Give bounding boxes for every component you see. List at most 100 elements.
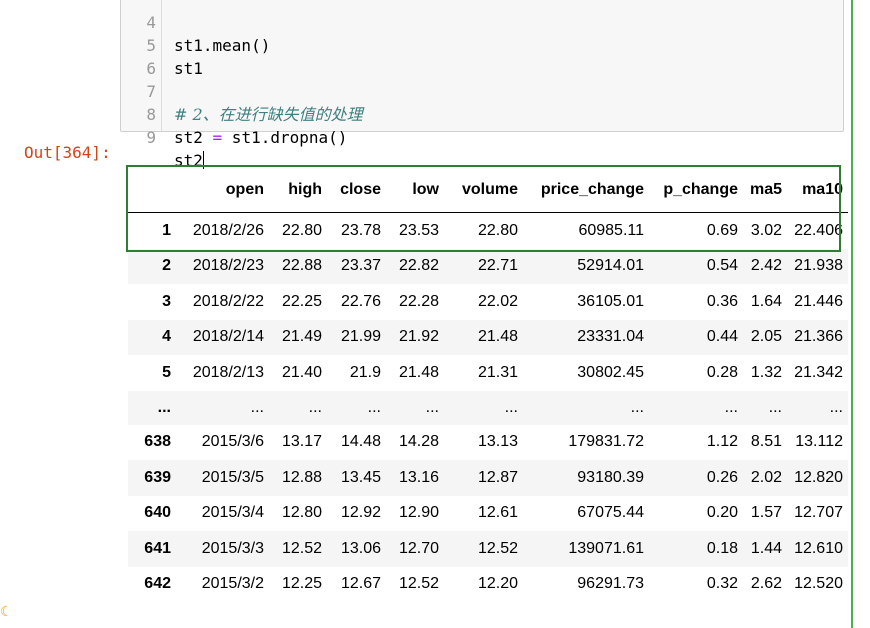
table-row: 2 2018/2/23 22.88 23.37 22.82 22.71 52914.01 0.…: [128, 248, 848, 284]
table-cell: ...: [630, 398, 644, 416]
column-header: ma10: [787, 168, 848, 213]
table-cell: ...: [250, 398, 264, 416]
table-cell: 23.78: [340, 221, 381, 239]
column-header: p_change: [649, 168, 743, 213]
table-cell: 12.61: [477, 504, 518, 522]
row-index: 2: [162, 257, 171, 275]
table-cell: 23.37: [340, 257, 381, 275]
table-cell: ...: [425, 398, 439, 416]
column-header: volume: [444, 168, 523, 213]
table-cell: 12.88: [281, 468, 322, 486]
table-cell: 21.48: [477, 328, 518, 346]
table-cell: 0.28: [706, 363, 738, 381]
table-cell: 21.938: [794, 257, 843, 275]
table-row: 642 2015/3/2 12.25 12.67 12.52 12.20 96291.73 0…: [128, 567, 848, 603]
table-cell: 2015/3/6: [201, 433, 264, 451]
table-cell: 12.87: [477, 468, 518, 486]
table-cell: 0.69: [706, 221, 738, 239]
table-cell: ...: [504, 398, 518, 416]
table-cell: 52914.01: [577, 257, 644, 275]
row-index: 642: [144, 575, 171, 593]
table-cell: 30802.45: [577, 363, 644, 381]
table-cell: 12.52: [398, 575, 439, 593]
table-cell: 21.99: [340, 328, 381, 346]
table-cell: 0.32: [706, 575, 738, 593]
table-cell: 22.28: [398, 292, 439, 310]
table-cell: 2015/3/3: [201, 539, 264, 557]
output-prompt: Out[364]:: [24, 143, 111, 162]
table-row: 640 2015/3/4 12.80 12.92 12.90 12.61 67075.44 0…: [128, 496, 848, 532]
table-cell: 12.52: [477, 539, 518, 557]
moon-icon: ☾: [0, 603, 13, 619]
code-line[interactable]: 4 st1.mean(): [121, 0, 821, 55]
table-cell: 0.26: [706, 468, 738, 486]
row-index: 4: [162, 328, 171, 346]
code-input-area[interactable]: 4 st1.mean() 5 st1 6 7 # 2、在进行缺失值的处理 8 s…: [120, 0, 844, 170]
table-row: 639 2015/3/5 12.88 13.45 13.16 12.87 93180.39 0…: [128, 460, 848, 496]
table-cell: 1.32: [750, 363, 782, 381]
table-cell: 13.45: [340, 468, 381, 486]
table-cell: 21.49: [281, 328, 322, 346]
table-cell: 12.92: [340, 504, 381, 522]
row-index: 3: [162, 292, 171, 310]
text-cursor: [202, 151, 204, 169]
table-cell: 2018/2/26: [192, 221, 264, 239]
table-cell: 2018/2/22: [192, 292, 264, 310]
table-cell: 8.51: [750, 433, 782, 451]
table-cell: 2.05: [750, 328, 782, 346]
table-cell: 0.20: [706, 504, 738, 522]
column-header: ma5: [743, 168, 787, 213]
table-cell: 0.36: [706, 292, 738, 310]
table-cell: 22.25: [281, 292, 322, 310]
line-number: 9: [146, 128, 156, 147]
table-row: 5 2018/2/13 21.40 21.9 21.48 21.31 30802.45 0.2…: [128, 355, 848, 391]
table-cell: 96291.73: [577, 575, 644, 593]
table-cell: 60985.11: [578, 221, 644, 239]
table-cell: 2015/3/4: [201, 504, 264, 522]
table-cell: 0.44: [706, 328, 738, 346]
table-cell: 13.06: [340, 539, 381, 557]
code-line[interactable]: 6: [121, 34, 821, 78]
code-line[interactable]: 5 st1: [121, 11, 821, 78]
code-line[interactable]: 7 # 2、在进行缺失值的处理: [121, 57, 821, 124]
column-header: close: [327, 168, 386, 213]
code-text[interactable]: st2 = st1.dropna(): [174, 126, 347, 149]
dataframe-table: open high close low volume price_change …: [128, 168, 848, 602]
table-cell: 12.20: [477, 575, 518, 593]
code-operator: =: [212, 128, 223, 147]
row-index: 640: [144, 504, 171, 522]
table-cell: 2018/2/14: [192, 328, 264, 346]
table-cell: 21.40: [281, 363, 322, 381]
table-cell: 12.90: [398, 504, 439, 522]
table-cell: 2015/3/5: [201, 468, 264, 486]
table-cell: 22.71: [477, 257, 518, 275]
table-cell: 12.67: [340, 575, 381, 593]
row-index: ...: [157, 398, 171, 416]
table-cell: 0.54: [706, 257, 738, 275]
table-cell: 3.02: [750, 221, 782, 239]
table-cell: 21.92: [398, 328, 439, 346]
table-row: 3 2018/2/22 22.25 22.76 22.28 22.02 36105.01 0.…: [128, 284, 848, 320]
table-cell: 0.18: [706, 539, 738, 557]
table-cell: ...: [829, 398, 843, 416]
column-header: low: [386, 168, 444, 213]
table-cell: 21.31: [477, 363, 518, 381]
table-cell: 22.80: [477, 221, 518, 239]
code-line[interactable]: 9 st2: [121, 103, 821, 170]
table-cell: 2.42: [750, 257, 782, 275]
table-row: 1 2018/2/26 22.80 23.78 23.53 22.80 60985.11 0.…: [128, 213, 848, 249]
table-cell: 12.70: [398, 539, 439, 557]
row-index: 639: [144, 468, 171, 486]
code-line[interactable]: 8 st2 = st1.dropna(): [121, 80, 821, 147]
table-cell: 12.52: [281, 539, 322, 557]
table-cell: ...: [768, 398, 782, 416]
column-header: open: [176, 168, 269, 213]
table-cell: 2015/3/2: [201, 575, 264, 593]
code-token: st1.dropna(): [222, 128, 348, 147]
table-cell: 23331.04: [577, 328, 644, 346]
table-cell: ...: [367, 398, 381, 416]
table-cell: 13.17: [281, 433, 322, 451]
table-cell: 22.02: [477, 292, 518, 310]
table-row: 638 2015/3/6 13.17 14.48 14.28 13.13 179831.72…: [128, 425, 848, 461]
table-cell: 22.406: [794, 221, 843, 239]
